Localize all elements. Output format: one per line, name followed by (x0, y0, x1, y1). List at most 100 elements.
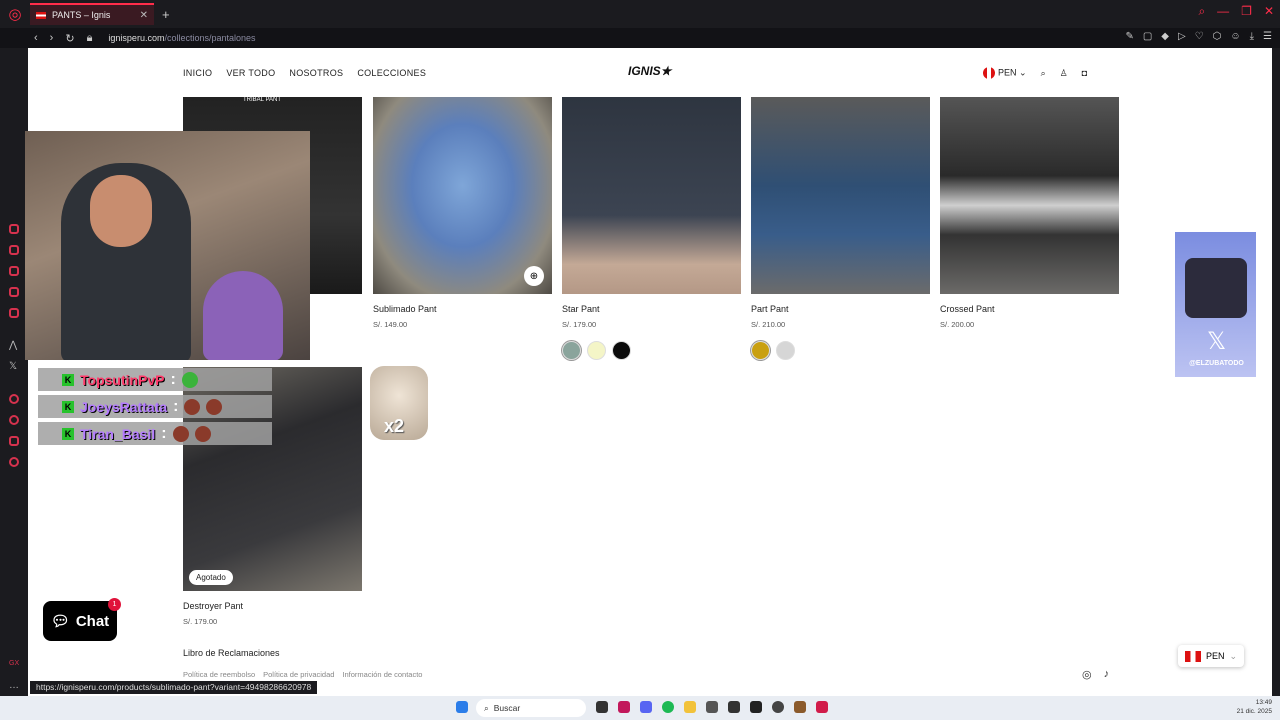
browser-tabbar: ◎ PANTS – Ignis ✕ + ⌕ — ❐ ✕ (0, 0, 1280, 28)
kick-icon: K (62, 427, 74, 440)
sticker-character (1185, 258, 1247, 318)
brand-logo[interactable]: IGNIS★ (628, 64, 671, 78)
reload-icon[interactable]: ↻ (65, 32, 74, 45)
cart-icon[interactable]: ◘ (1082, 68, 1087, 78)
chat-line: K TopsutinPvP: (38, 368, 272, 391)
sidebar-icon-4[interactable] (9, 287, 19, 297)
nav-colecciones[interactable]: COLECCIONES (357, 68, 426, 78)
address-bar: ‹ › ↻ 🔒︎ ignisperu.com/collections/panta… (0, 28, 1280, 48)
chat-colon: : (161, 424, 167, 442)
sidebar-icon-8[interactable] (9, 436, 19, 446)
account-icon[interactable]: ♙ (1060, 68, 1068, 79)
forward-icon[interactable]: › (50, 32, 54, 45)
maximize-button[interactable]: ❐ (1241, 4, 1252, 19)
obs-icon[interactable] (750, 701, 762, 713)
start-icon[interactable] (456, 701, 468, 713)
footer-link-contact[interactable]: Información de contacto (342, 670, 422, 679)
taskbar-search[interactable]: ⌕ Buscar (476, 699, 586, 717)
sidebar-more-icon[interactable]: … (9, 680, 19, 691)
play-icon[interactable]: ▷ (1178, 31, 1186, 42)
browser-logo-icon[interactable]: ◎ (0, 0, 30, 28)
product-name[interactable]: Star Pant (562, 304, 741, 314)
taskview-icon[interactable] (596, 701, 608, 713)
swatch-grey[interactable] (776, 341, 795, 360)
profile-icon[interactable]: ☺ (1230, 31, 1240, 42)
close-tab-icon[interactable]: ✕ (140, 10, 148, 21)
sidebar-player-icon[interactable] (9, 394, 19, 404)
emote-icon (181, 371, 198, 388)
heart-icon[interactable]: ♡ (1195, 31, 1204, 42)
currency-selector[interactable]: PEN ⌄ (983, 67, 1027, 79)
url-field[interactable]: ignisperu.com/collections/pantalones (108, 33, 255, 43)
download-icon[interactable]: ⤓ (1250, 31, 1254, 42)
product-image[interactable]: ⊕ (373, 97, 552, 294)
product-name[interactable]: Part Pant (751, 304, 930, 314)
close-window-button[interactable]: ✕ (1264, 4, 1274, 19)
tiktok-icon[interactable]: ♪ (1104, 668, 1110, 681)
sidebar-icon-5[interactable] (9, 308, 19, 318)
spotify-icon[interactable] (662, 701, 674, 713)
currency-pill-label: PEN (1205, 651, 1225, 661)
url-host: ignisperu.com (108, 33, 165, 43)
product-card-sublimado[interactable]: ⊕ Sublimado Pant S/. 149.00 (373, 97, 552, 329)
social-links: ◎ ♪ (1082, 668, 1109, 681)
pin-icon[interactable]: ✎ (1125, 31, 1133, 42)
product-name[interactable]: Destroyer Pant (183, 601, 362, 611)
product-image[interactable] (562, 97, 741, 294)
clock-time[interactable]: 13:49 (1237, 698, 1272, 707)
explorer-icon[interactable] (684, 701, 696, 713)
swatch-cream[interactable] (587, 341, 606, 360)
search-icon[interactable]: ⌕ (1041, 68, 1046, 79)
minimize-button[interactable]: — (1217, 4, 1229, 19)
clock-date[interactable]: 21 dic. 2025 (1237, 707, 1272, 716)
sticker-handle: @ELZUBATODO (1189, 360, 1244, 367)
app-icon[interactable] (706, 701, 718, 713)
extensions-icon[interactable]: ⬡ (1213, 31, 1222, 42)
shield-icon[interactable]: ◆ (1161, 31, 1169, 42)
sidebar-icon-1[interactable] (9, 224, 19, 234)
nav-inicio[interactable]: INICIO (183, 68, 212, 78)
sidebar-icon-3[interactable] (9, 266, 19, 276)
screenshot-icon[interactable]: ▢ (1143, 31, 1152, 42)
swatch-sage[interactable] (562, 341, 581, 360)
chat-button[interactable]: 💬︎ Chat (43, 601, 117, 641)
product-card-star[interactable]: Star Pant S/. 179.00 (562, 97, 741, 360)
product-name[interactable]: Sublimado Pant (373, 304, 552, 314)
app-icon[interactable] (794, 701, 806, 713)
sidebar-history-icon[interactable] (9, 415, 19, 425)
nav-nosotros[interactable]: NOSOTROS (289, 68, 343, 78)
product-image[interactable] (751, 97, 930, 294)
sidebar-settings-icon[interactable] (9, 457, 19, 467)
search-icon[interactable]: ⌕ (1198, 4, 1205, 19)
opera-icon[interactable] (618, 701, 630, 713)
product-price: S/. 179.00 (562, 320, 597, 329)
instagram-icon[interactable]: ◎ (1082, 668, 1092, 681)
window-controls: ⌕ — ❐ ✕ (1198, 4, 1274, 19)
sidebar-gx-icon[interactable]: ⋀ (9, 340, 17, 351)
product-card-part[interactable]: Part Pant S/. 210.00 (751, 97, 930, 360)
swatch-gold[interactable] (751, 341, 770, 360)
app-icon[interactable] (816, 701, 828, 713)
app-icon[interactable] (772, 701, 784, 713)
swatch-black[interactable] (612, 341, 631, 360)
app-icon[interactable] (728, 701, 740, 713)
product-card-crossed[interactable]: Crossed Pant S/. 200.00 (940, 97, 1119, 329)
sidebar-icon-2[interactable] (9, 245, 19, 255)
footer-link-privacy[interactable]: Política de privacidad (263, 670, 334, 679)
nav-ver-todo[interactable]: VER TODO (226, 68, 275, 78)
menu-icon[interactable]: ☰ (1263, 31, 1272, 42)
discord-icon[interactable] (640, 701, 652, 713)
quick-add-icon[interactable]: ⊕ (524, 266, 544, 286)
footer-title[interactable]: Libro de Reclamaciones (183, 648, 280, 658)
screen: ◎ PANTS – Ignis ✕ + ⌕ — ❐ ✕ ‹ › ↻ 🔒︎ ign… (0, 0, 1280, 720)
new-tab-button[interactable]: + (162, 7, 170, 22)
sidebar-x-icon[interactable]: 𝕏 (9, 361, 17, 372)
right-strip (1272, 48, 1280, 696)
product-name[interactable]: Crossed Pant (940, 304, 1119, 314)
footer-link-refund[interactable]: Política de reembolso (183, 670, 255, 679)
tab-pants-ignis[interactable]: PANTS – Ignis ✕ (30, 3, 154, 25)
back-icon[interactable]: ‹ (34, 32, 38, 45)
currency-pill[interactable]: PEN ⌄ (1178, 645, 1244, 667)
chat-bubble-icon: 💬︎ (50, 613, 70, 630)
product-image[interactable] (940, 97, 1119, 294)
